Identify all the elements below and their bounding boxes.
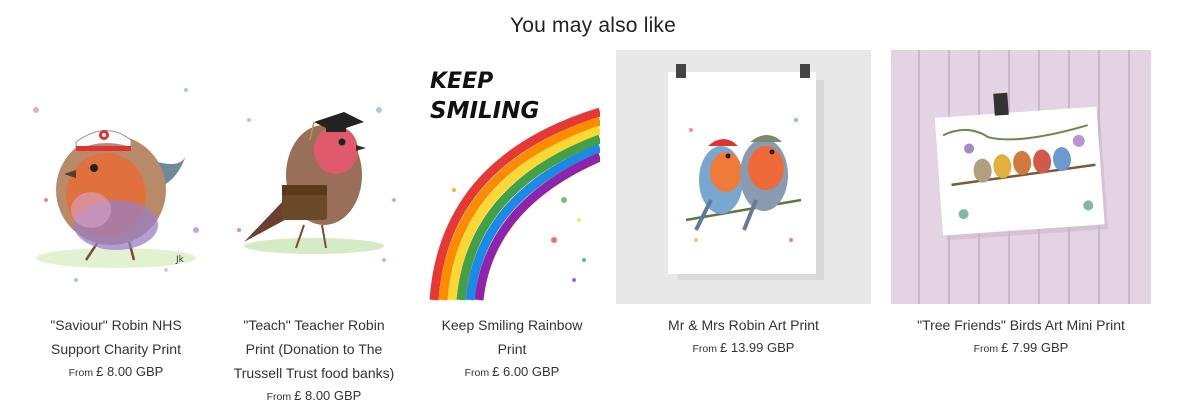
art-text-smiling: SMILING xyxy=(430,98,539,124)
product-title[interactable]: "Teach" Teacher Robin Print (Donation to… xyxy=(214,313,414,385)
product-card-saviour-robin[interactable]: Jk "Saviour" Robin NHS Support Charity P… xyxy=(16,50,216,384)
product-title-line[interactable]: Trussell Trust food banks) xyxy=(214,361,414,385)
product-price: From £ 6.00 GBP xyxy=(424,361,600,384)
product-title[interactable]: "Saviour" Robin NHS Support Charity Prin… xyxy=(16,313,216,361)
art-text-keep: KEEP xyxy=(430,69,493,94)
product-title[interactable]: "Tree Friends" Birds Art Mini Print xyxy=(891,313,1151,337)
product-image[interactable]: KEEP SMILING xyxy=(424,50,600,304)
svg-text:Jk: Jk xyxy=(175,255,185,265)
product-image[interactable] xyxy=(214,50,414,304)
section-heading: You may also like xyxy=(509,14,677,37)
price-from-label: From xyxy=(266,391,292,403)
price-value: £ 8.00 GBP xyxy=(294,388,362,403)
product-price: From £ 13.99 GBP xyxy=(616,337,871,360)
product-title-line[interactable]: Keep Smiling Rainbow xyxy=(424,313,600,337)
product-card-keep-smiling[interactable]: KEEP SMILING Keep Smiling Rainbow Print … xyxy=(424,50,600,384)
price-from-label: From xyxy=(692,343,718,355)
product-title-line[interactable]: Print xyxy=(424,337,600,361)
price-value: £ 6.00 GBP xyxy=(492,364,560,379)
product-card-mr-mrs-robin[interactable]: Mr & Mrs Robin Art Print From £ 13.99 GBP xyxy=(616,50,871,360)
product-title-line[interactable]: Print (Donation to The xyxy=(214,337,414,361)
price-from-label: From xyxy=(973,343,999,355)
product-image[interactable]: Jk xyxy=(16,50,216,304)
product-price: From £ 8.00 GBP xyxy=(214,385,414,408)
product-title-line[interactable]: "Tree Friends" Birds Art Mini Print xyxy=(891,313,1151,337)
product-title[interactable]: Mr & Mrs Robin Art Print xyxy=(616,313,871,337)
price-from-label: From xyxy=(68,367,94,379)
price-value: £ 8.00 GBP xyxy=(96,364,164,379)
product-image[interactable] xyxy=(891,50,1151,304)
product-card-tree-friends[interactable]: "Tree Friends" Birds Art Mini Print From… xyxy=(891,50,1151,360)
price-value: £ 7.99 GBP xyxy=(1001,340,1069,355)
price-from-label: From xyxy=(464,367,490,379)
product-price: From £ 7.99 GBP xyxy=(891,337,1151,360)
product-image[interactable] xyxy=(616,50,871,304)
product-price: From £ 8.00 GBP xyxy=(16,361,216,384)
price-value: £ 13.99 GBP xyxy=(720,340,795,355)
product-title-line[interactable]: Support Charity Print xyxy=(16,337,216,361)
product-title[interactable]: Keep Smiling Rainbow Print xyxy=(424,313,600,361)
product-card-teach-robin[interactable]: "Teach" Teacher Robin Print (Donation to… xyxy=(214,50,414,408)
product-title-line[interactable]: "Saviour" Robin NHS xyxy=(16,313,216,337)
product-title-line[interactable]: "Teach" Teacher Robin xyxy=(214,313,414,337)
product-title-line[interactable]: Mr & Mrs Robin Art Print xyxy=(616,313,871,337)
